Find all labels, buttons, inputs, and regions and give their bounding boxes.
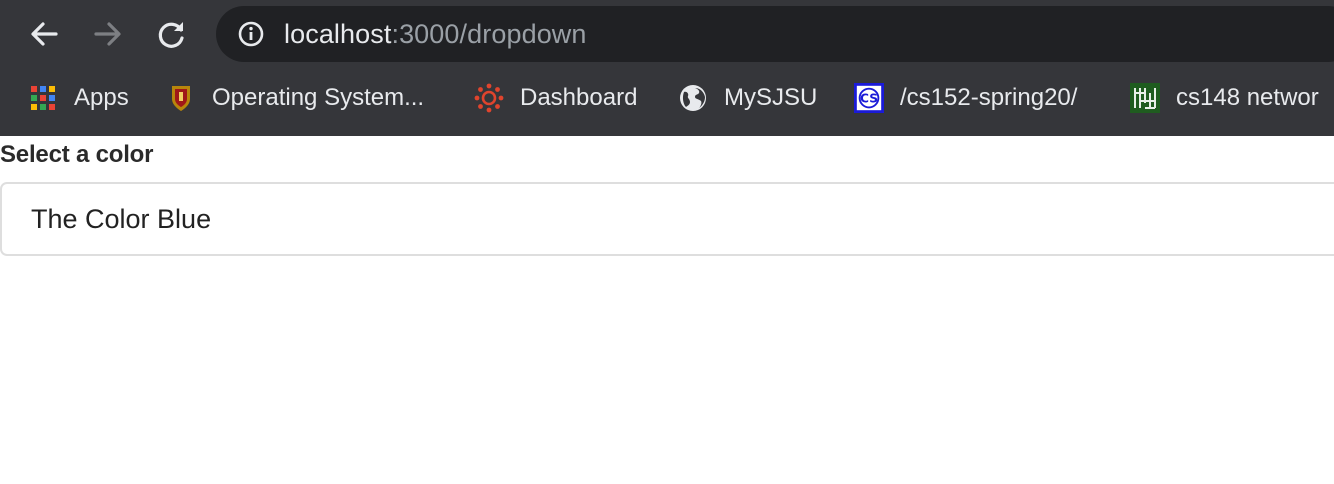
bookmark-apps[interactable]: Apps <box>28 80 129 116</box>
info-icon[interactable] <box>238 21 264 47</box>
bookmark-cs148[interactable]: cs148 networ <box>1130 80 1319 116</box>
bookmark-operating-systems[interactable]: Operating System... <box>166 80 424 116</box>
bookmark-label: Apps <box>74 84 129 111</box>
reload-button[interactable] <box>152 14 192 54</box>
maze-icon <box>1130 83 1160 113</box>
back-button[interactable] <box>24 14 64 54</box>
bookmark-label: Operating System... <box>212 84 425 111</box>
url-path: :3000/dropdown <box>391 19 587 49</box>
globe-icon <box>678 83 708 113</box>
page-content: Select a color The Color Blue <box>0 136 1334 484</box>
svg-text:CS: CS <box>860 92 878 106</box>
apps-grid-icon <box>28 83 58 113</box>
bookmark-dashboard[interactable]: Dashboard <box>474 80 637 116</box>
bookmark-label: /cs152-spring20/ <box>900 84 1078 111</box>
canvas-icon <box>474 83 504 113</box>
bookmark-mysjsu[interactable]: MySJSU <box>678 80 817 116</box>
address-bar[interactable]: localhost:3000/dropdown <box>216 6 1334 62</box>
bookmarks-bar: Apps Operating System... Dashboard MySJS… <box>0 68 1334 128</box>
browser-chrome: localhost:3000/dropdown Apps Operating S… <box>0 0 1334 136</box>
dropdown-selected-value: The Color Blue <box>31 204 212 234</box>
bookmark-label: cs148 networ <box>1176 84 1319 111</box>
crest-icon <box>166 83 196 113</box>
url-text[interactable]: localhost:3000/dropdown <box>284 20 587 48</box>
color-dropdown[interactable]: The Color Blue <box>0 182 1334 256</box>
bookmark-label: Dashboard <box>520 84 638 111</box>
arrow-right-icon <box>94 22 121 46</box>
bookmark-cs152[interactable]: CS /cs152-spring20/ <box>854 80 1077 116</box>
color-select-label: Select a color <box>0 141 154 168</box>
forward-button[interactable] <box>88 14 128 54</box>
cs-icon: CS <box>854 83 884 113</box>
browser-toolbar: localhost:3000/dropdown <box>0 0 1334 68</box>
reload-icon <box>158 22 184 48</box>
url-host: localhost <box>284 19 392 49</box>
arrow-left-icon <box>31 22 58 46</box>
bookmark-label: MySJSU <box>724 84 818 111</box>
